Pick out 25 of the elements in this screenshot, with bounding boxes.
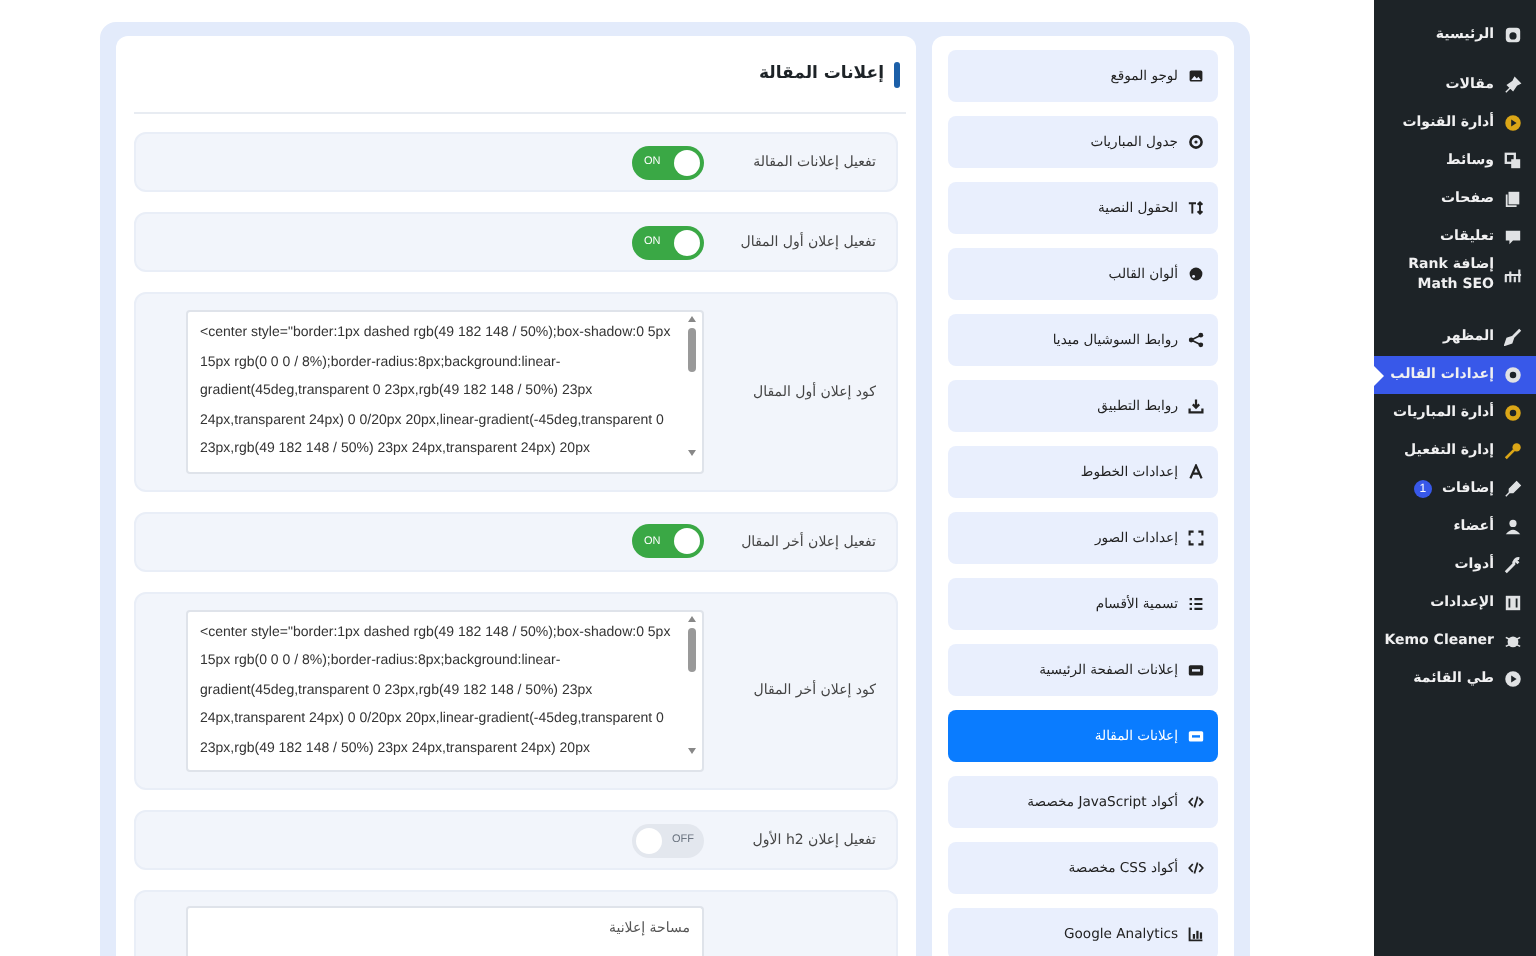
list-icon xyxy=(1188,596,1204,612)
comment-icon xyxy=(1504,228,1522,246)
download-icon xyxy=(1188,398,1204,414)
play-icon xyxy=(1504,114,1522,132)
user-icon xyxy=(1504,518,1522,536)
crop-icon xyxy=(1188,530,1204,546)
image-icon xyxy=(1188,68,1204,84)
brush-icon xyxy=(1504,328,1522,346)
code-icon xyxy=(1188,860,1204,876)
share-icon xyxy=(1188,332,1204,348)
scrollbar[interactable] xyxy=(686,615,698,754)
text-icon xyxy=(1188,200,1204,216)
key-icon xyxy=(1504,442,1522,460)
letter-icon xyxy=(1188,464,1204,480)
media-icon xyxy=(1504,152,1522,170)
pin-icon xyxy=(1504,76,1522,94)
bug-icon xyxy=(1504,632,1522,650)
collapse-icon xyxy=(1504,670,1522,688)
wrench-icon xyxy=(1504,556,1522,574)
scrollbar[interactable] xyxy=(686,316,698,455)
ad-icon xyxy=(1188,728,1204,744)
ad-icon xyxy=(1188,662,1204,678)
section-title: إعلانات المقالة xyxy=(758,64,884,84)
pages-icon xyxy=(1504,190,1522,208)
code-icon xyxy=(1188,794,1204,810)
